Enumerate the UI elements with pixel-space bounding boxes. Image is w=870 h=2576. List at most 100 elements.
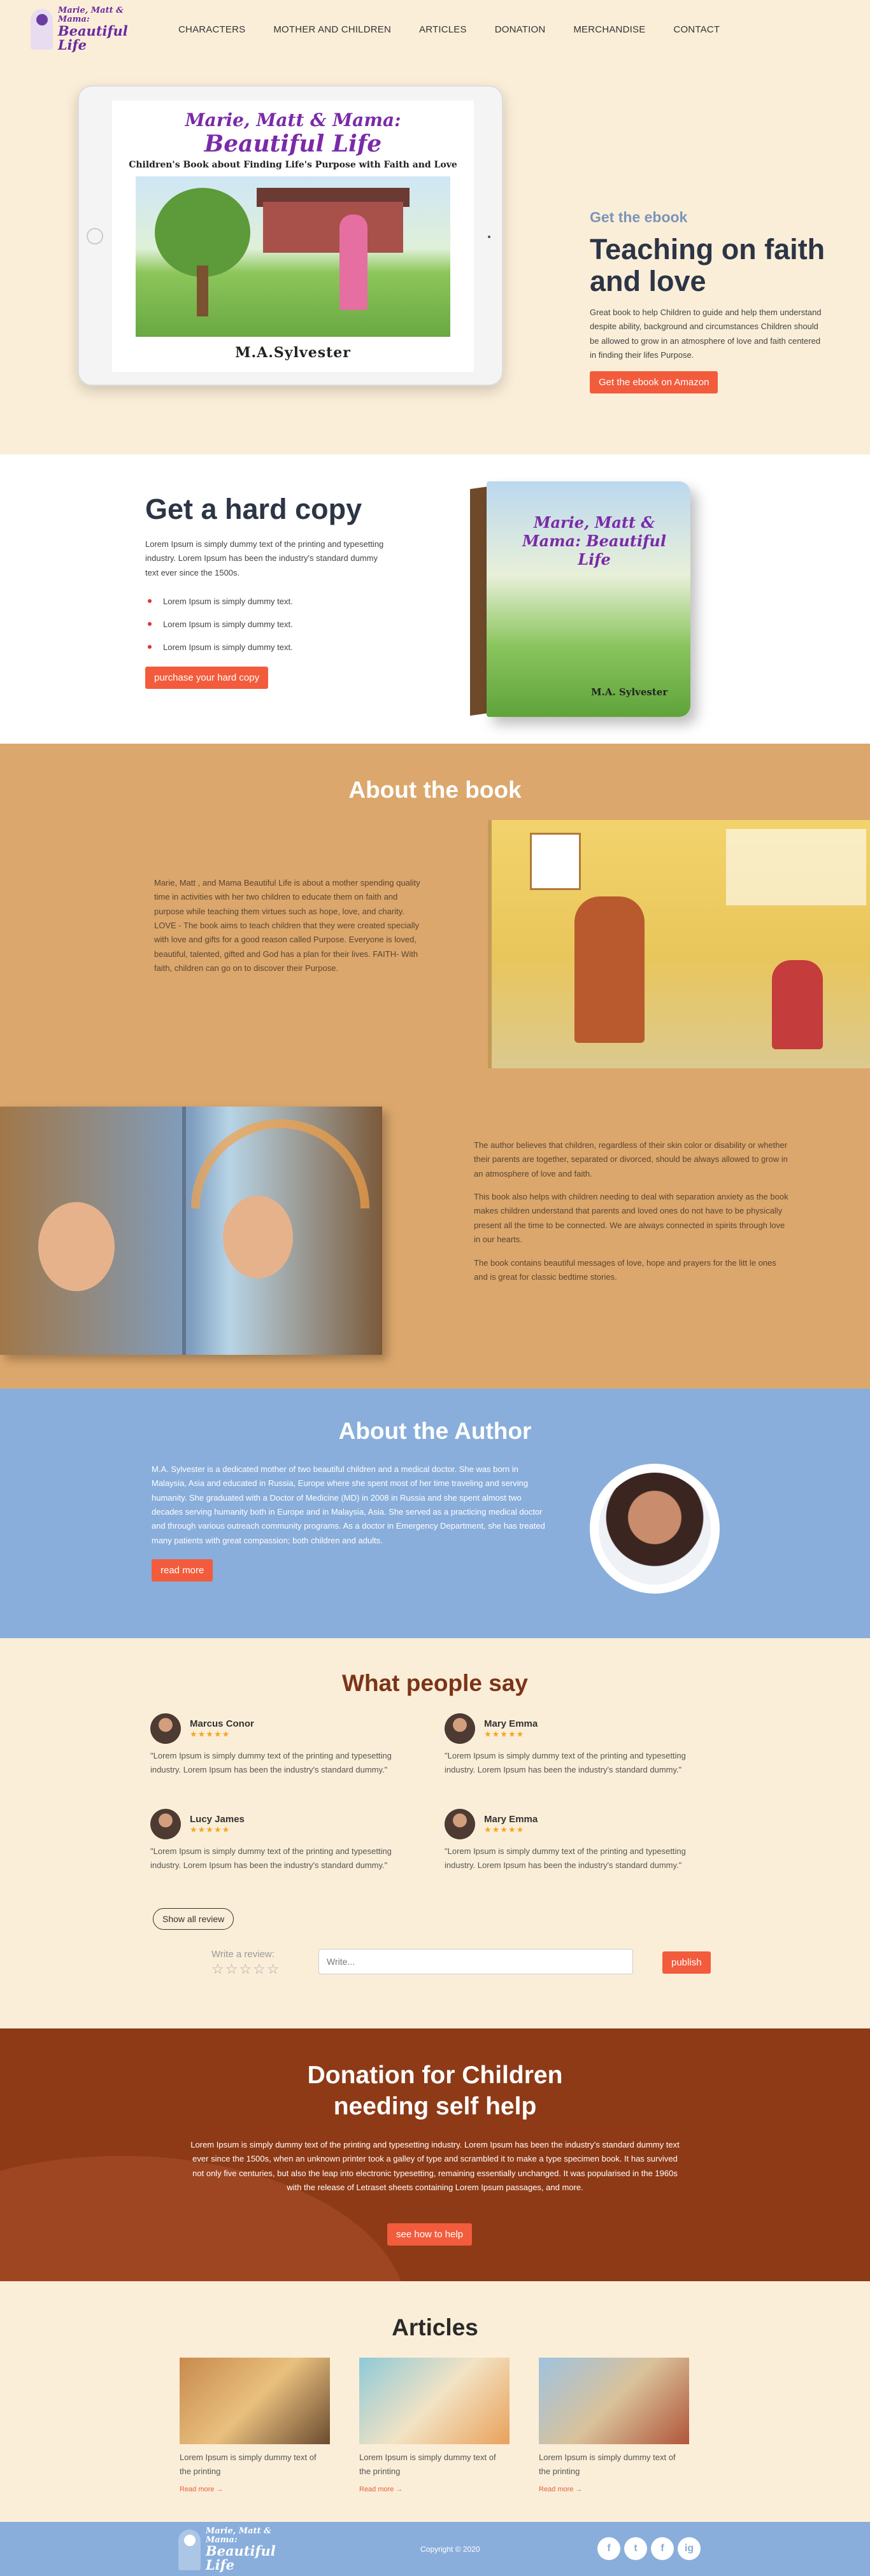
review-card: Mary Emma ★★★★★ "Lorem Ipsum is simply d… (445, 1809, 687, 1873)
about-author-section: About the Author M.A. Sylvester is a ded… (0, 1389, 870, 1638)
nav-articles[interactable]: ARTICLES (419, 24, 467, 35)
article-image (180, 2358, 330, 2444)
review-card: Lucy James ★★★★★ "Lorem Ipsum is simply … (150, 1809, 392, 1873)
article-card[interactable]: Lorem Ipsum is simply dummy text of the … (359, 2358, 510, 2493)
cover-illustration (136, 176, 450, 337)
about-book-section: About the book Marie, Matt , and Mama Be… (0, 744, 870, 1389)
purchase-hard-copy-button[interactable]: purchase your hard copy (145, 667, 269, 690)
reviewer-name: Mary Emma (484, 1813, 538, 1825)
hero-section: Marie, Matt & Mama: Beautiful Life Child… (0, 59, 870, 455)
avatar (150, 1809, 181, 1839)
read-more-button[interactable]: read more (152, 1559, 213, 1582)
review-text: "Lorem Ipsum is simply dummy text of the… (150, 1751, 392, 1775)
star-rating: ★★★★★ (484, 1729, 525, 1739)
article-image (539, 2358, 689, 2444)
donation-text: Lorem Ipsum is simply dummy text of the … (190, 2140, 680, 2193)
hero-description: Great book to help Children to guide and… (590, 307, 822, 360)
review-text: "Lorem Ipsum is simply dummy text of the… (445, 1751, 686, 1775)
nav-characters[interactable]: CHARACTERS (178, 24, 245, 35)
book-author: M.A. Sylvester (591, 686, 668, 698)
about-book-text: The author believes that children, regar… (474, 1140, 788, 1178)
about-book-title: About the book (348, 777, 522, 803)
tablet-camera (488, 236, 490, 238)
reviews-section: What people say Marcus Conor ★★★★★ "Lore… (0, 1638, 870, 2028)
review-text: "Lorem Ipsum is simply dummy text of the… (150, 1846, 392, 1871)
get-ebook-button[interactable]: Get the ebook on Amazon (590, 371, 718, 394)
donation-section: Donation for Children needing self help … (0, 2028, 870, 2281)
footer-logo[interactable]: Marie, Matt & Mama: Beautiful Life (178, 2527, 306, 2572)
main-nav: CHARACTERS MOTHER AND CHILDREN ARTICLES … (178, 24, 720, 35)
article-card[interactable]: Lorem Ipsum is simply dummy text of the … (180, 2358, 330, 2493)
articles-section: Articles Lorem Ipsum is simply dummy tex… (0, 2281, 870, 2522)
review-card: Marcus Conor ★★★★★ "Lorem Ipsum is simpl… (150, 1713, 392, 1778)
show-all-reviews-button[interactable]: Show all review (153, 1908, 234, 1930)
logo-line2: Beautiful Life (57, 22, 128, 53)
tablet-mockup: Marie, Matt & Mama: Beautiful Life Child… (78, 85, 503, 386)
tablet-home-button (87, 228, 103, 244)
read-more-link[interactable]: Read more → (359, 2486, 510, 2493)
about-book-text: The book contains beautiful messages of … (474, 1257, 776, 1282)
facebook-icon[interactable]: f (651, 2537, 674, 2560)
see-how-to-help-button[interactable]: see how to help (387, 2223, 473, 2246)
list-item: Lorem Ipsum is simply dummy text. (145, 597, 387, 606)
nav-mother-and-children[interactable]: MOTHER AND CHILDREN (273, 24, 391, 35)
logo-mother-child-icon (178, 2529, 201, 2570)
copyright: Copyright © 2020 (420, 2545, 480, 2554)
cover-subtitle: Children's Book about Finding Life's Pur… (129, 160, 457, 170)
article-text: Lorem Ipsum is simply dummy text of the … (359, 2452, 496, 2477)
review-text: "Lorem Ipsum is simply dummy text of the… (445, 1846, 686, 1871)
nav-donation[interactable]: DONATION (495, 24, 546, 35)
article-text: Lorem Ipsum is simply dummy text of the … (539, 2452, 676, 2477)
about-book-text: This book also helps with children needi… (474, 1192, 788, 1245)
publish-review-button[interactable]: publish (662, 1951, 711, 1974)
cover-author: M.A.Sylvester (235, 344, 351, 361)
write-review-label: Write a review: (211, 1949, 275, 1960)
star-rating: ★★★★★ (190, 1729, 231, 1739)
hard-copy-book-image: Marie, Matt & Mama: Beautiful Life M.A. … (470, 475, 695, 717)
hero-title: Teaching on faith and love (590, 233, 825, 298)
instagram-icon[interactable]: ig (678, 2537, 701, 2560)
article-card[interactable]: Lorem Ipsum is simply dummy text of the … (539, 2358, 689, 2493)
read-more-link[interactable]: Read more → (180, 2486, 330, 2493)
list-item: Lorem Ipsum is simply dummy text. (145, 619, 387, 629)
donation-title: Donation for Children needing self help (307, 2062, 563, 2120)
open-book-illustration (0, 1107, 382, 1355)
hard-copy-title: Get a hard copy (145, 493, 362, 525)
site-logo[interactable]: Marie, Matt & Mama: Beautiful Life (31, 6, 158, 52)
review-card: Mary Emma ★★★★★ "Lorem Ipsum is simply d… (445, 1713, 687, 1778)
hard-copy-bullets: Lorem Ipsum is simply dummy text. Lorem … (145, 597, 387, 652)
logo-line2: Beautiful Life (205, 2543, 276, 2573)
articles-title: Articles (392, 2314, 478, 2340)
reviewer-name: Lucy James (190, 1813, 245, 1825)
star-rating-input[interactable]: ☆☆☆☆☆ (211, 1961, 281, 1978)
about-author-title: About the Author (338, 1418, 532, 1444)
book-title: Marie, Matt & Mama: Beautiful Life (522, 513, 666, 569)
read-more-link[interactable]: Read more → (539, 2486, 689, 2493)
hard-copy-description: Lorem Ipsum is simply dummy text of the … (145, 539, 384, 577)
nav-contact[interactable]: CONTACT (673, 24, 720, 35)
article-text: Lorem Ipsum is simply dummy text of the … (180, 2452, 317, 2477)
write-review-rating: Write a review: ☆☆☆☆☆ (211, 1949, 281, 1978)
author-bio: M.A. Sylvester is a dedicated mother of … (152, 1464, 545, 1545)
avatar (445, 1809, 475, 1839)
facebook-icon[interactable]: f (597, 2537, 620, 2560)
list-item: Lorem Ipsum is simply dummy text. (145, 642, 387, 652)
hero-text: Get the ebook Teaching on faith and love… (590, 209, 825, 394)
avatar (445, 1713, 475, 1744)
cover-title-line1: Marie, Matt & Mama: (185, 110, 401, 131)
reviewer-name: Mary Emma (484, 1718, 538, 1729)
ebook-cover: Marie, Matt & Mama: Beautiful Life Child… (112, 101, 474, 372)
about-book-text: Marie, Matt , and Mama Beautiful Life is… (154, 878, 420, 973)
author-photo (590, 1464, 720, 1594)
review-input[interactable] (318, 1949, 633, 1974)
reviews-title: What people say (342, 1670, 528, 1696)
social-links: f t f ig (597, 2537, 701, 2560)
hard-copy-section: Get a hard copy Lorem Ipsum is simply du… (0, 455, 870, 744)
nav-merchandise[interactable]: MERCHANDISE (573, 24, 645, 35)
logo-mother-child-icon (31, 9, 53, 50)
twitter-icon[interactable]: t (624, 2537, 647, 2560)
reviewer-name: Marcus Conor (190, 1718, 254, 1729)
star-rating: ★★★★★ (190, 1824, 231, 1834)
cover-title-line2: Beautiful Life (204, 131, 382, 157)
hero-kicker: Get the ebook (590, 209, 688, 225)
